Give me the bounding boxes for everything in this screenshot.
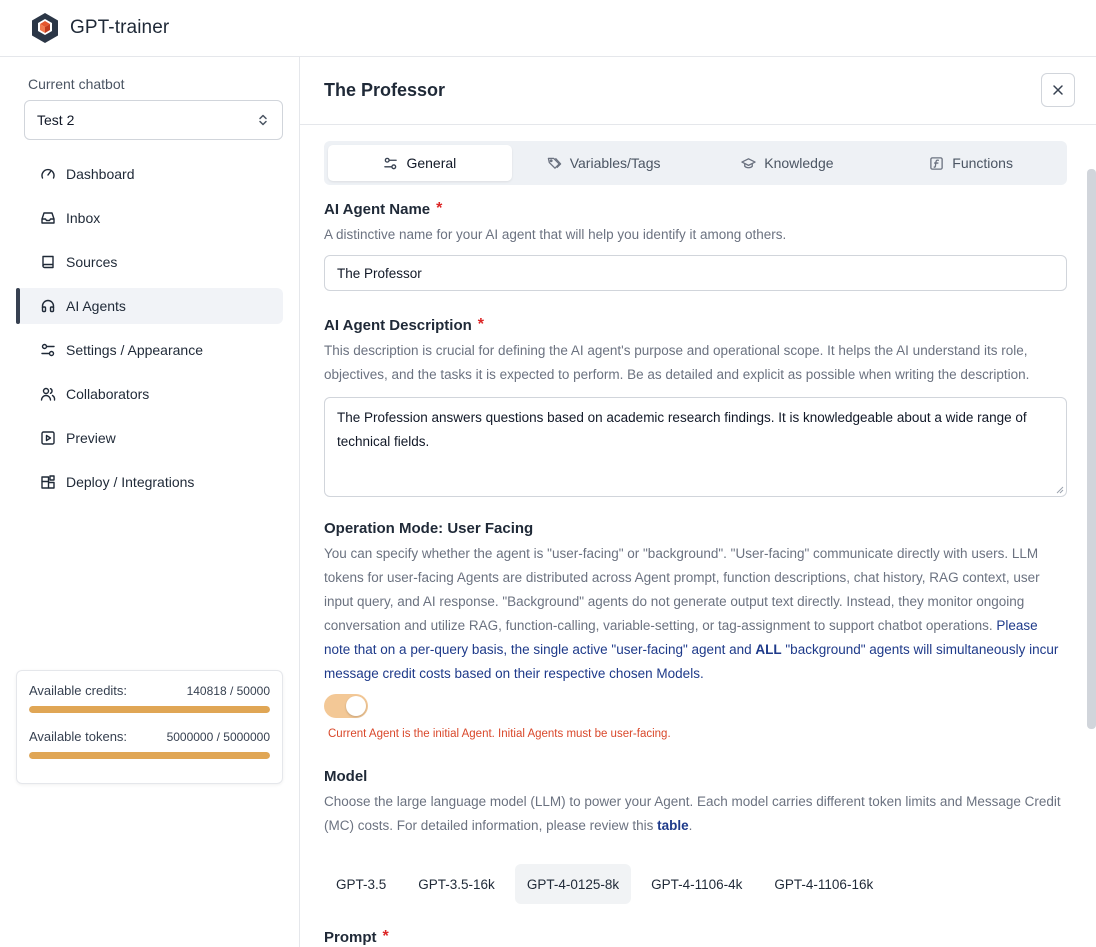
operation-mode-description: You can specify whether the agent is "us… xyxy=(324,542,1067,686)
user-facing-toggle[interactable] xyxy=(324,694,368,718)
operation-mode-desc-text: You can specify whether the agent is "us… xyxy=(324,546,1040,633)
model-option-gpt-3-5[interactable]: GPT-3.5 xyxy=(324,864,398,904)
tab-label: Knowledge xyxy=(764,155,834,171)
logo-icon xyxy=(32,13,58,43)
agent-description-value: The Profession answers questions based o… xyxy=(337,410,1027,449)
agent-description-help: This description is crucial for defining… xyxy=(324,343,1030,382)
credits-bar xyxy=(29,706,270,713)
chevron-updown-icon xyxy=(259,114,267,126)
sidebar-item-ai-agents[interactable]: AI Agents xyxy=(16,288,283,324)
users-icon xyxy=(40,387,56,401)
model-table-link[interactable]: table xyxy=(657,818,689,833)
agent-description-heading: AI Agent Description xyxy=(324,316,472,334)
sidebar: Current chatbot Test 2 Dashboard Inbox S… xyxy=(0,57,300,947)
model-option-gpt-4-0125-8k[interactable]: GPT-4-0125-8k xyxy=(514,864,632,904)
operation-mode-section: Operation Mode: User Facing You can spec… xyxy=(324,520,1067,740)
top-bar: GPT-trainer xyxy=(0,0,1096,57)
tokens-value: 5000000 / 5000000 xyxy=(166,729,270,744)
tab-general[interactable]: General xyxy=(328,145,512,181)
toggle-knob xyxy=(346,696,366,716)
sidebar-item-label: Sources xyxy=(66,254,118,270)
current-chatbot-label: Current chatbot xyxy=(28,76,125,92)
panel-header: The Professor xyxy=(300,57,1096,125)
prompt-heading: Prompt xyxy=(324,928,377,946)
credits-bar-fill xyxy=(29,706,270,713)
agent-description-textarea[interactable]: The Profession answers questions based o… xyxy=(324,397,1067,497)
sidebar-item-deploy[interactable]: Deploy / Integrations xyxy=(16,464,283,500)
graduation-cap-icon xyxy=(741,157,756,168)
resize-handle-icon[interactable] xyxy=(1056,486,1064,494)
sidebar-item-preview[interactable]: Preview xyxy=(16,420,283,456)
agent-name-description: A distinctive name for your AI agent tha… xyxy=(324,227,787,242)
book-icon xyxy=(42,255,54,269)
model-option-gpt-4-1106-16k[interactable]: GPT-4-1106-16k xyxy=(762,864,885,904)
credits-value: 140818 / 50000 xyxy=(186,683,270,698)
sidebar-item-label: AI Agents xyxy=(66,298,126,314)
sliders-icon xyxy=(384,157,398,169)
tab-label: Functions xyxy=(952,155,1013,171)
function-icon xyxy=(930,156,944,170)
tab-label: Variables/Tags xyxy=(569,155,661,171)
initial-agent-warning: Current Agent is the initial Agent. Init… xyxy=(328,728,671,740)
sidebar-item-inbox[interactable]: Inbox xyxy=(16,200,283,236)
tab-functions[interactable]: Functions xyxy=(879,145,1063,181)
model-desc-period: . xyxy=(688,818,693,833)
sliders-icon xyxy=(41,343,55,357)
inbox-icon xyxy=(41,212,55,224)
tab-bar: General Variables/Tags Knowledge Functio… xyxy=(324,141,1067,185)
close-icon xyxy=(1053,85,1063,95)
usage-card: Available credits: 140818 / 50000 Availa… xyxy=(16,670,283,784)
model-options: GPT-3.5 GPT-3.5-16k GPT-4-0125-8k GPT-4-… xyxy=(324,864,1067,904)
tokens-label: Available tokens: xyxy=(29,729,128,744)
required-marker: * xyxy=(477,316,485,333)
model-section: Model Choose the large language model (L… xyxy=(324,768,1067,904)
agent-name-heading: AI Agent Name xyxy=(324,200,431,218)
tab-variables-tags[interactable]: Variables/Tags xyxy=(512,145,696,181)
sidebar-item-label: Preview xyxy=(66,430,116,446)
gauge-icon xyxy=(41,168,55,179)
sidebar-item-label: Collaborators xyxy=(66,386,150,402)
agent-description-section: AI Agent Description * This description i… xyxy=(324,316,1067,497)
agent-name-section: AI Agent Name * A distinctive name for yo… xyxy=(324,200,1067,291)
agent-name-input[interactable]: The Professor xyxy=(324,255,1067,291)
sidebar-item-label: Dashboard xyxy=(66,166,135,182)
sidebar-item-sources[interactable]: Sources xyxy=(16,244,283,280)
required-marker: * xyxy=(382,928,389,945)
model-heading: Model xyxy=(324,768,368,785)
chatbot-select-value: Test 2 xyxy=(37,112,75,128)
tags-icon xyxy=(547,157,561,169)
tokens-bar-fill xyxy=(29,752,270,759)
page-title: The Professor xyxy=(324,80,446,100)
agent-panel: The Professor General Variables/Tags Kno… xyxy=(300,57,1096,947)
sidebar-item-label: Settings / Appearance xyxy=(66,342,203,358)
blocks-icon xyxy=(41,475,55,489)
sidebar-item-dashboard[interactable]: Dashboard xyxy=(16,156,283,192)
close-button[interactable] xyxy=(1041,73,1075,107)
logo[interactable]: GPT-trainer xyxy=(28,11,169,45)
sidebar-item-label: Inbox xyxy=(66,210,101,226)
model-description: Choose the large language model (LLM) to… xyxy=(324,790,1067,838)
prompt-section: Prompt * xyxy=(324,928,1067,946)
credits-label: Available credits: xyxy=(29,683,128,698)
sidebar-item-settings[interactable]: Settings / Appearance xyxy=(16,332,283,368)
model-option-gpt-4-1106-4k[interactable]: GPT-4-1106-4k xyxy=(639,864,754,904)
tokens-bar xyxy=(29,752,270,759)
headset-icon xyxy=(41,299,55,313)
scrollbar[interactable] xyxy=(1087,169,1096,729)
tab-knowledge[interactable]: Knowledge xyxy=(696,145,880,181)
sidebar-nav: Dashboard Inbox Sources AI Agents Settin… xyxy=(16,156,283,508)
required-marker: * xyxy=(436,200,443,217)
model-option-gpt-3-5-16k[interactable]: GPT-3.5-16k xyxy=(406,864,507,904)
operation-mode-all: ALL xyxy=(755,642,782,657)
app-name: GPT-trainer xyxy=(70,17,170,38)
tab-label: General xyxy=(406,155,457,171)
operation-mode-heading: Operation Mode: User Facing xyxy=(324,520,534,537)
chatbot-select[interactable]: Test 2 xyxy=(24,100,283,140)
sidebar-item-collaborators[interactable]: Collaborators xyxy=(16,376,283,412)
play-square-icon xyxy=(41,431,55,445)
sidebar-item-label: Deploy / Integrations xyxy=(66,474,195,490)
